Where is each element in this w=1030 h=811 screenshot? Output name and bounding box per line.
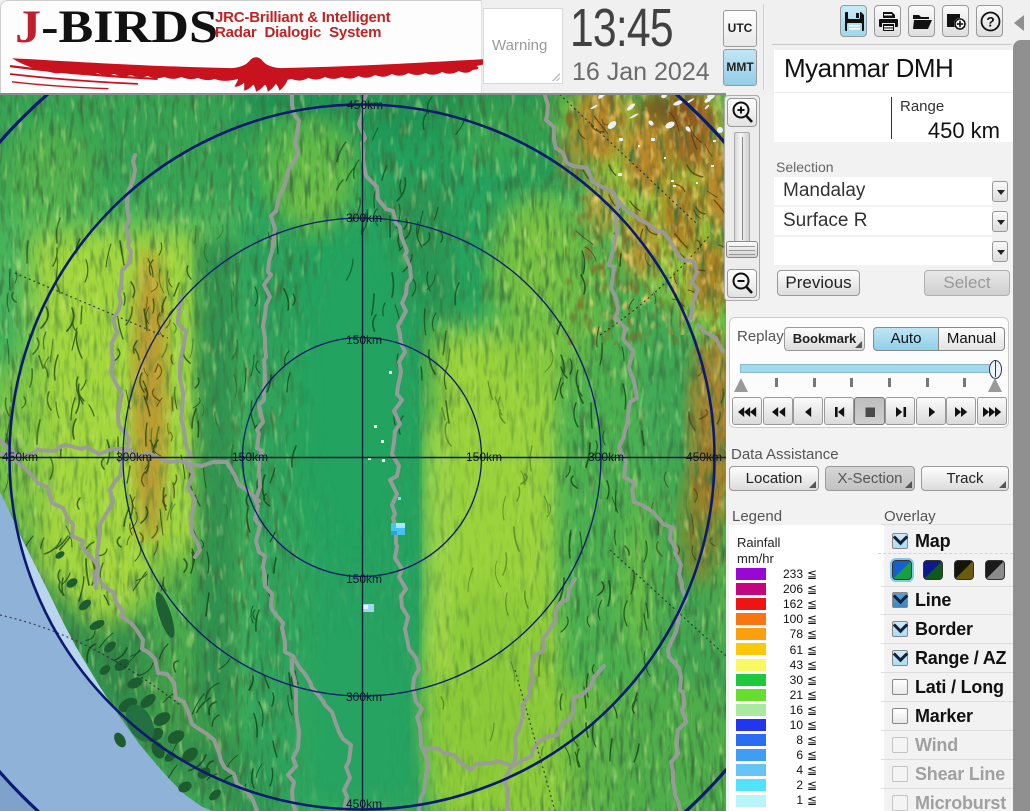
svg-text:150km: 150km (466, 450, 502, 464)
svg-text:300km: 300km (346, 211, 382, 225)
svg-text:300km: 300km (588, 450, 624, 464)
svg-text:150km: 150km (346, 333, 382, 347)
svg-text:300km: 300km (346, 690, 382, 704)
svg-text:150km: 150km (232, 450, 268, 464)
svg-text:450km: 450km (346, 797, 382, 811)
svg-text:450km: 450km (2, 450, 38, 464)
svg-text:450km: 450km (347, 98, 383, 112)
svg-text:?: ? (986, 14, 995, 30)
svg-text:300km: 300km (116, 450, 152, 464)
svg-text:450km: 450km (686, 450, 722, 464)
svg-text:150km: 150km (346, 572, 382, 586)
